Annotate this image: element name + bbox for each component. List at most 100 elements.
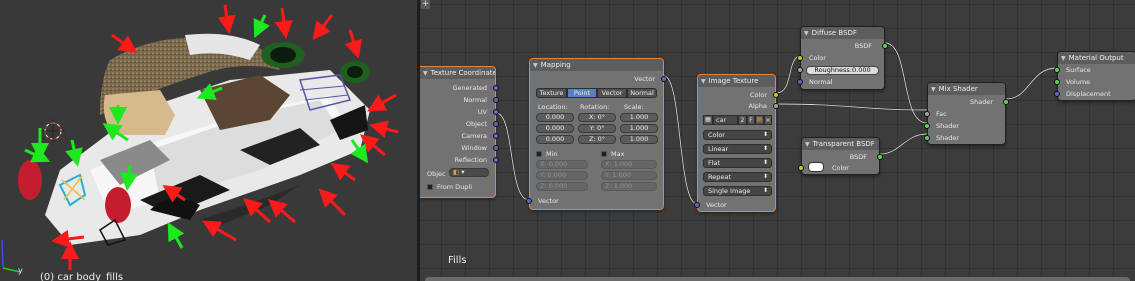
node-material-output[interactable]: ▼ Material Output Surface Volume Displace… (1054, 51, 1135, 101)
output-alpha: Alpha (748, 102, 767, 110)
socket-shader-out[interactable] (1003, 99, 1009, 105)
rotation-x[interactable]: X: 0° (578, 113, 616, 122)
rotation-y[interactable]: Y: 0° (578, 124, 616, 133)
node-transparent-bsdf[interactable]: ▼ Transparent BSDF BSDF Color (798, 137, 883, 175)
rotation-z[interactable]: Z: 0° (578, 135, 616, 144)
node-title: Diffuse BSDF (811, 29, 857, 37)
min-x[interactable]: X: 0.000 (536, 160, 588, 169)
projection-dropdown[interactable]: Flat ⬍ (703, 158, 772, 168)
socket-vector-in[interactable] (694, 202, 700, 208)
dropdown-value: Linear (708, 145, 729, 153)
socket-color-in[interactable] (797, 55, 803, 61)
3d-viewport[interactable]: y (0) car body_fills (0, 0, 417, 281)
node-header[interactable]: ▼ Image Texture (698, 75, 775, 87)
node-title: Material Output (1068, 54, 1124, 62)
location-x[interactable]: 0.000 (536, 113, 574, 122)
scale-x[interactable]: 1.000 (620, 113, 658, 122)
socket-color-in[interactable] (798, 165, 804, 171)
max-z[interactable]: Z: 1.000 (601, 182, 657, 191)
socket-window[interactable] (493, 145, 499, 151)
dropdown-value: Flat (708, 159, 721, 167)
input-color: Color (832, 164, 849, 172)
socket-reflection[interactable] (493, 157, 499, 163)
output-generated: Generated (452, 84, 487, 92)
fake-user-toggle[interactable]: F (747, 115, 755, 125)
mode-vector[interactable]: Vector (597, 88, 627, 98)
location-z[interactable]: 0.000 (536, 135, 574, 144)
input-normal: Normal (809, 78, 833, 86)
node-header[interactable]: ▼ Diffuse BSDF (801, 27, 884, 39)
socket-alpha-out[interactable] (773, 103, 779, 109)
socket-volume-in[interactable] (1054, 79, 1060, 85)
socket-bsdf-out[interactable] (882, 43, 888, 49)
node-title: Texture Coordinate (430, 69, 495, 77)
min-label: Min (546, 150, 558, 158)
max-checkbox[interactable] (601, 151, 607, 157)
max-x[interactable]: X: 1.000 (601, 160, 657, 169)
color-space-dropdown[interactable]: Color ⬍ (703, 130, 772, 140)
image-users[interactable]: 2 (738, 115, 747, 125)
socket-color-out[interactable] (773, 92, 779, 98)
location-y[interactable]: 0.000 (536, 124, 574, 133)
open-image-icon[interactable]: ▤ (755, 115, 764, 125)
socket-generated[interactable] (493, 85, 499, 91)
mode-normal[interactable]: Normal (627, 88, 657, 98)
color-swatch[interactable] (808, 162, 824, 172)
extension-dropdown[interactable]: Repeat ⬍ (703, 172, 772, 182)
socket-normal-in[interactable] (797, 79, 803, 85)
output-object: Object (465, 120, 487, 128)
source-dropdown[interactable]: Single Image ⬍ (703, 186, 772, 196)
socket-vector-in[interactable] (526, 198, 532, 204)
node-diffuse-bsdf[interactable]: ▼ Diffuse BSDF BSDF Color Roughness:0.000… (797, 26, 888, 90)
location-header: Location: (538, 103, 568, 111)
min-checkbox[interactable] (536, 151, 542, 157)
updown-icon: ⬍ (762, 187, 768, 194)
socket-object[interactable] (493, 121, 499, 127)
socket-roughness-in[interactable] (797, 67, 803, 73)
node-tree-label: Fills (448, 255, 467, 266)
socket-displacement-in[interactable] (1054, 91, 1060, 97)
socket-vector-out[interactable] (661, 76, 667, 82)
node-image-texture[interactable]: ▼ Image Texture Color Alpha ▦ car 2 F ▤ ×… (694, 74, 779, 212)
socket-camera[interactable] (493, 133, 499, 139)
node-header[interactable]: ▼ Mix Shader (928, 83, 1005, 95)
input-color: Color (809, 54, 826, 62)
image-name[interactable]: car (713, 115, 738, 125)
socket-uv[interactable] (493, 109, 499, 115)
scale-z[interactable]: 1.000 (620, 135, 658, 144)
node-header[interactable]: ▼ Transparent BSDF (802, 138, 879, 150)
node-mix-shader[interactable]: ▼ Mix Shader Shader Fac Shader Shader (924, 82, 1009, 145)
min-z[interactable]: Z: 0.000 (536, 182, 588, 191)
node-title: Transparent BSDF (812, 140, 875, 148)
roughness-field[interactable]: Roughness:0.000 (806, 66, 879, 75)
node-texture-coordinate[interactable]: ▼ Texture Coordinate Generated Normal UV … (420, 66, 499, 198)
socket-shader-in-2[interactable] (924, 135, 930, 141)
node-header[interactable]: ▼ Material Output (1058, 52, 1135, 64)
socket-fac-in[interactable] (924, 111, 930, 117)
node-links (495, 42, 1058, 205)
horizontal-scrollbar[interactable] (425, 277, 1130, 281)
node-editor[interactable]: + + ▼Texture Coordinate Generated Normal… (420, 0, 1135, 281)
max-y[interactable]: Y: 1.000 (601, 171, 657, 180)
node-mapping[interactable]: ▼ Mapping Vector Texture Point Vector Nor… (526, 58, 667, 210)
scale-header: Scale: (624, 103, 644, 111)
scale-y[interactable]: 1.000 (620, 124, 658, 133)
node-header[interactable]: ▼ Mapping (530, 59, 663, 71)
node-header[interactable]: ▼ Texture Coordinate (420, 67, 495, 79)
from-dupli-checkbox[interactable] (427, 184, 433, 190)
socket-shader-in-1[interactable] (924, 123, 930, 129)
socket-surface-in[interactable] (1054, 67, 1060, 73)
socket-bsdf-out[interactable] (877, 154, 883, 160)
output-window: Window (461, 144, 487, 152)
input-volume: Volume (1066, 78, 1091, 86)
close-icon[interactable]: × (764, 115, 772, 125)
image-selector[interactable]: ▦ car 2 F ▤ × (703, 115, 772, 125)
socket-normal[interactable] (493, 97, 499, 103)
mode-point[interactable]: Point (567, 88, 597, 98)
mode-texture[interactable]: Texture (536, 88, 567, 98)
min-y[interactable]: Y: 0.000 (536, 171, 588, 180)
interpolation-dropdown[interactable]: Linear ⬍ (703, 144, 772, 154)
wheel-red (18, 160, 42, 200)
image-browse-icon[interactable]: ▦ (703, 115, 713, 125)
object-picker[interactable]: ◧ ▾ (449, 168, 489, 177)
